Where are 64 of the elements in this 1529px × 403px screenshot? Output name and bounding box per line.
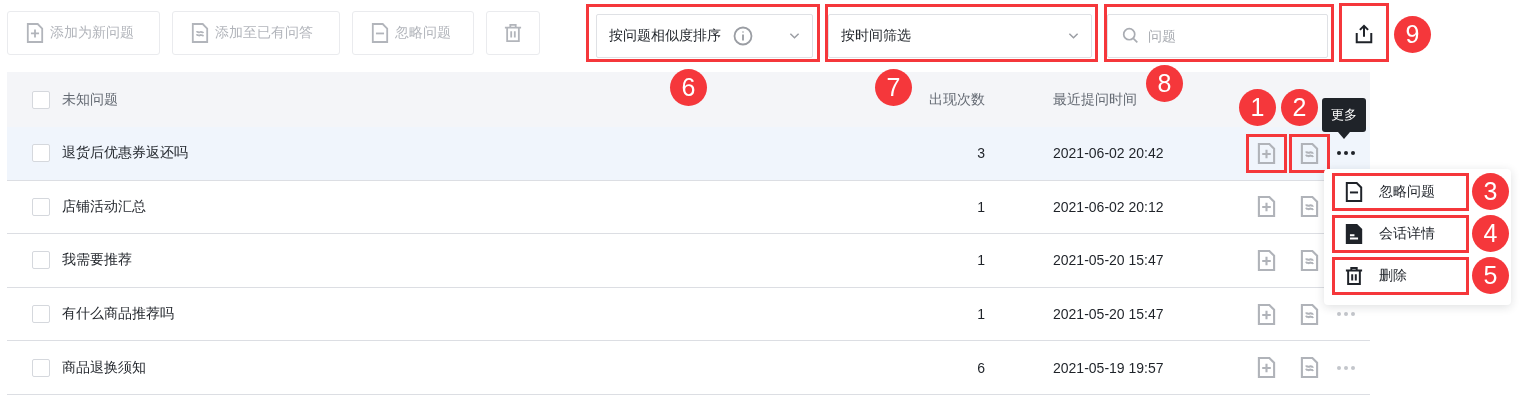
time-cell-text: 2021-06-02 20:42 xyxy=(1052,145,1165,162)
count-cell-text: 1 xyxy=(976,306,985,323)
count-cell-text: 1 xyxy=(976,252,985,269)
checkbox[interactable] xyxy=(32,197,50,216)
menu-item-label: 忽略问题 xyxy=(1379,183,1435,202)
count-cell-text: 6 xyxy=(976,359,985,376)
callout-badge: 4 xyxy=(1472,215,1509,253)
file-plus-icon xyxy=(26,22,44,43)
file-plus-icon[interactable] xyxy=(1257,303,1276,325)
callout-badge: 3 xyxy=(1472,173,1509,211)
upload-icon xyxy=(1354,24,1374,44)
time-cell-text: 2021-06-02 20:12 xyxy=(1052,198,1165,215)
file-approx-icon[interactable] xyxy=(1300,250,1319,271)
chevron-down-icon xyxy=(789,31,800,40)
checkbox[interactable] xyxy=(32,144,50,163)
more-icon[interactable] xyxy=(1336,150,1356,157)
info-icon xyxy=(733,25,753,46)
column-header: 出现次数 xyxy=(928,90,985,109)
file-approx-icon xyxy=(191,22,209,43)
file-approx-icon[interactable] xyxy=(1300,303,1319,325)
sort-select-value: 按问题相似度排序 xyxy=(609,26,721,45)
callout-badge: 9 xyxy=(1394,16,1431,53)
time-filter-value: 按时间筛选 xyxy=(841,26,911,45)
tooltip: 更多 xyxy=(1322,98,1366,133)
checkbox[interactable] xyxy=(32,305,50,324)
count-cell-text: 1 xyxy=(976,198,985,215)
sort-select[interactable]: 按问题相似度排序 xyxy=(596,13,813,58)
callout-badge: 5 xyxy=(1472,257,1509,295)
question-cell-text: 店铺活动汇总 xyxy=(62,197,147,216)
menu-item[interactable]: 忽略问题 xyxy=(1335,176,1466,209)
time-filter-select[interactable]: 按时间筛选 xyxy=(828,13,1092,58)
menu-item-label: 删除 xyxy=(1379,267,1407,286)
trash-icon xyxy=(1345,266,1363,287)
file-minus-icon xyxy=(1345,182,1363,203)
file-approx-icon[interactable] xyxy=(1300,196,1319,218)
menu-item[interactable]: 会话详情 xyxy=(1335,218,1466,251)
chevron-down-icon xyxy=(1068,31,1079,40)
question-cell-text: 我需要推荐 xyxy=(62,251,133,270)
file-lines-icon xyxy=(1345,224,1363,245)
menu-item[interactable]: 删除 xyxy=(1335,260,1466,293)
search-field[interactable]: 问题 xyxy=(1107,13,1328,58)
file-plus-icon[interactable] xyxy=(1257,196,1276,218)
time-cell-text: 2021-05-20 15:47 xyxy=(1052,306,1165,323)
column-header: 未知问题 xyxy=(62,90,119,109)
checkbox[interactable] xyxy=(32,358,50,377)
file-plus-icon[interactable] xyxy=(1257,142,1276,164)
checkbox[interactable] xyxy=(32,251,50,270)
file-approx-icon[interactable] xyxy=(1300,357,1319,379)
time-cell-text: 2021-05-20 15:47 xyxy=(1052,252,1165,269)
tooltip-pointer xyxy=(1338,132,1350,140)
file-plus-icon[interactable] xyxy=(1257,357,1276,379)
file-plus-icon[interactable] xyxy=(1257,250,1276,271)
trash-icon xyxy=(504,22,522,43)
question-cell-text: 退货后优惠券返还吗 xyxy=(62,144,189,163)
search-icon xyxy=(1122,26,1139,44)
question-cell-text: 商品退换须知 xyxy=(62,358,147,377)
time-cell-text: 2021-05-19 19:57 xyxy=(1052,359,1165,376)
column-header: 最近提问时间 xyxy=(1052,90,1138,109)
count-cell-text: 3 xyxy=(976,145,985,162)
question-cell-text: 有什么商品推荐吗 xyxy=(62,305,175,324)
file-minus-icon xyxy=(371,22,389,43)
file-approx-icon[interactable] xyxy=(1300,142,1319,164)
checkbox[interactable] xyxy=(32,90,50,109)
menu-item-label: 会话详情 xyxy=(1379,225,1435,244)
